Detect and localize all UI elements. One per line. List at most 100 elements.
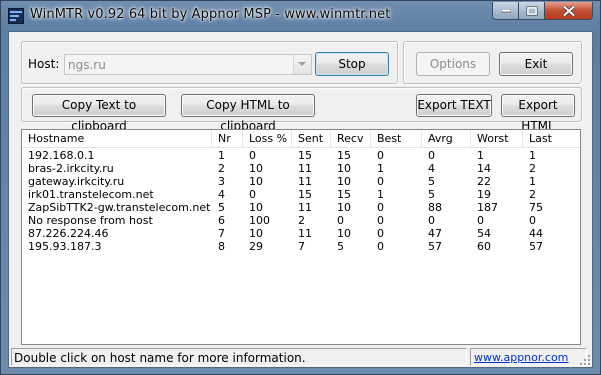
table-cell: 2 bbox=[529, 162, 536, 175]
maximize-button[interactable] bbox=[519, 2, 545, 20]
table-cell: 0 bbox=[377, 240, 384, 253]
trace-table[interactable]: Hostname Nr Loss % Sent Recv Best Avrg Worst Las… bbox=[21, 129, 581, 345]
options-button[interactable]: Options bbox=[416, 52, 490, 76]
table-cell: 4 bbox=[218, 188, 225, 201]
title-bar[interactable]: WinMTR v0.92 64 bit by Appnor MSP - www.… bbox=[1, 1, 600, 31]
table-cell: 8 bbox=[218, 240, 225, 253]
table-cell: 10 bbox=[249, 162, 263, 175]
close-button[interactable] bbox=[545, 2, 593, 20]
host-combobox[interactable]: ngs.ru bbox=[64, 54, 312, 75]
table-cell: 5 bbox=[218, 201, 225, 214]
hostname-cell: 87.226.224.46 bbox=[28, 227, 109, 240]
exit-button-label: Exit bbox=[524, 57, 548, 71]
table-row[interactable]: irk01.transtelecom.net 4 0 15 15 1 5 19 2 bbox=[22, 188, 580, 201]
table-cell: 57 bbox=[428, 240, 442, 253]
table-cell: 10 bbox=[337, 227, 351, 240]
table-cell: 54 bbox=[477, 227, 491, 240]
copy-text-button[interactable]: Copy Text to clipboard bbox=[32, 94, 166, 133]
table-row[interactable]: 195.93.187.3 8 29 7 5 0 57 60 57 bbox=[22, 240, 580, 253]
table-cell: 7 bbox=[218, 227, 225, 240]
table-cell: 15 bbox=[298, 149, 312, 162]
table-cell: 0 bbox=[337, 214, 344, 227]
hostname-cell: irk01.transtelecom.net bbox=[28, 188, 154, 201]
table-cell: 1 bbox=[377, 162, 384, 175]
column-header-sent[interactable]: Sent bbox=[292, 130, 331, 147]
table-header: Hostname Nr Loss % Sent Recv Best Avrg Worst Las… bbox=[22, 130, 580, 148]
table-cell: 57 bbox=[529, 240, 543, 253]
table-cell: 10 bbox=[337, 201, 351, 214]
table-cell: 1 bbox=[477, 149, 484, 162]
export-text-button-label: Export TEXT bbox=[417, 98, 491, 112]
export-text-button[interactable]: Export TEXT bbox=[416, 94, 492, 117]
column-header-best[interactable]: Best bbox=[371, 130, 422, 147]
table-row[interactable]: ZapSibTTK2-gw.transtelecom.net 5 10 11 10 0 88… bbox=[22, 201, 580, 214]
table-cell: 5 bbox=[428, 175, 435, 188]
table-row[interactable]: No response from host 6 100 2 0 0 0 0 0 bbox=[22, 214, 580, 227]
main-panel: Host: ngs.ru Stop Options Exit Copy Text… bbox=[8, 31, 593, 368]
table-cell: 5 bbox=[337, 240, 344, 253]
status-bar: Double click on host name for more infor… bbox=[9, 346, 592, 367]
table-cell: 4 bbox=[428, 162, 435, 175]
table-cell: 22 bbox=[477, 175, 491, 188]
table-cell: 11 bbox=[298, 201, 312, 214]
winmtr-app-icon bbox=[8, 8, 24, 24]
hostname-cell: ZapSibTTK2-gw.transtelecom.net bbox=[28, 201, 211, 214]
table-row[interactable]: gateway.irkcity.ru 3 10 11 10 0 5 22 1 bbox=[22, 175, 580, 188]
table-cell: 0 bbox=[377, 149, 384, 162]
table-row[interactable]: 192.168.0.1 1 0 15 15 0 0 1 1 bbox=[22, 149, 580, 162]
table-cell: 0 bbox=[428, 149, 435, 162]
column-header-avrg[interactable]: Avrg bbox=[422, 130, 471, 147]
table-cell: 0 bbox=[428, 214, 435, 227]
table-cell: 19 bbox=[477, 188, 491, 201]
table-cell: 0 bbox=[249, 188, 256, 201]
column-header-worst[interactable]: Worst bbox=[471, 130, 523, 147]
dropdown-button[interactable] bbox=[293, 55, 311, 74]
column-header-last[interactable]: Last bbox=[523, 130, 580, 147]
table-row[interactable]: bras-2.irkcity.ru 2 10 11 10 1 4 14 2 bbox=[22, 162, 580, 175]
table-cell: 10 bbox=[249, 175, 263, 188]
column-header-hostname[interactable]: Hostname bbox=[22, 130, 212, 147]
table-cell: 10 bbox=[249, 201, 263, 214]
host-label: Host: bbox=[28, 57, 60, 71]
stop-button[interactable]: Stop bbox=[315, 52, 389, 76]
minimize-button[interactable] bbox=[492, 2, 519, 20]
column-header-nr[interactable]: Nr bbox=[212, 130, 243, 147]
table-cell: 11 bbox=[298, 162, 312, 175]
exit-button[interactable]: Exit bbox=[499, 52, 573, 76]
host-group: Host: ngs.ru Stop bbox=[21, 41, 398, 84]
resize-grip-icon[interactable] bbox=[579, 354, 591, 366]
table-cell: 0 bbox=[529, 214, 536, 227]
column-header-recv[interactable]: Recv bbox=[331, 130, 371, 147]
status-link-pane: www.appnor.com bbox=[470, 348, 587, 366]
table-cell: 0 bbox=[477, 214, 484, 227]
table-cell: 5 bbox=[428, 188, 435, 201]
table-cell: 11 bbox=[298, 175, 312, 188]
table-cell: 15 bbox=[337, 188, 351, 201]
table-cell: 1 bbox=[529, 149, 536, 162]
table-cell: 1 bbox=[377, 188, 384, 201]
options-button-label: Options bbox=[429, 57, 477, 71]
appnor-link[interactable]: www.appnor.com bbox=[474, 351, 568, 364]
table-cell: 7 bbox=[298, 240, 305, 253]
table-cell: 47 bbox=[428, 227, 442, 240]
table-cell: 14 bbox=[477, 162, 491, 175]
export-group: Copy Text to clipboard Copy HTML to clip… bbox=[21, 87, 582, 133]
hostname-cell: gateway.irkcity.ru bbox=[28, 175, 125, 188]
table-cell: 2 bbox=[298, 214, 305, 227]
actions-group: Options Exit bbox=[403, 41, 582, 84]
table-cell: 11 bbox=[298, 227, 312, 240]
minimize-icon bbox=[500, 8, 511, 12]
copy-html-button[interactable]: Copy HTML to clipboard bbox=[181, 94, 315, 133]
table-cell: 0 bbox=[249, 149, 256, 162]
column-header-loss[interactable]: Loss % bbox=[243, 130, 292, 147]
close-icon bbox=[562, 5, 575, 16]
host-value: ngs.ru bbox=[68, 58, 106, 72]
table-row[interactable]: 87.226.224.46 7 10 11 10 0 47 54 44 bbox=[22, 227, 580, 240]
table-cell: 0 bbox=[377, 201, 384, 214]
table-cell: 10 bbox=[249, 227, 263, 240]
status-message-pane: Double click on host name for more infor… bbox=[11, 348, 467, 366]
table-cell: 1 bbox=[218, 149, 225, 162]
hostname-cell: bras-2.irkcity.ru bbox=[28, 162, 114, 175]
export-html-button[interactable]: Export HTML bbox=[501, 94, 575, 133]
table-cell: 29 bbox=[249, 240, 263, 253]
